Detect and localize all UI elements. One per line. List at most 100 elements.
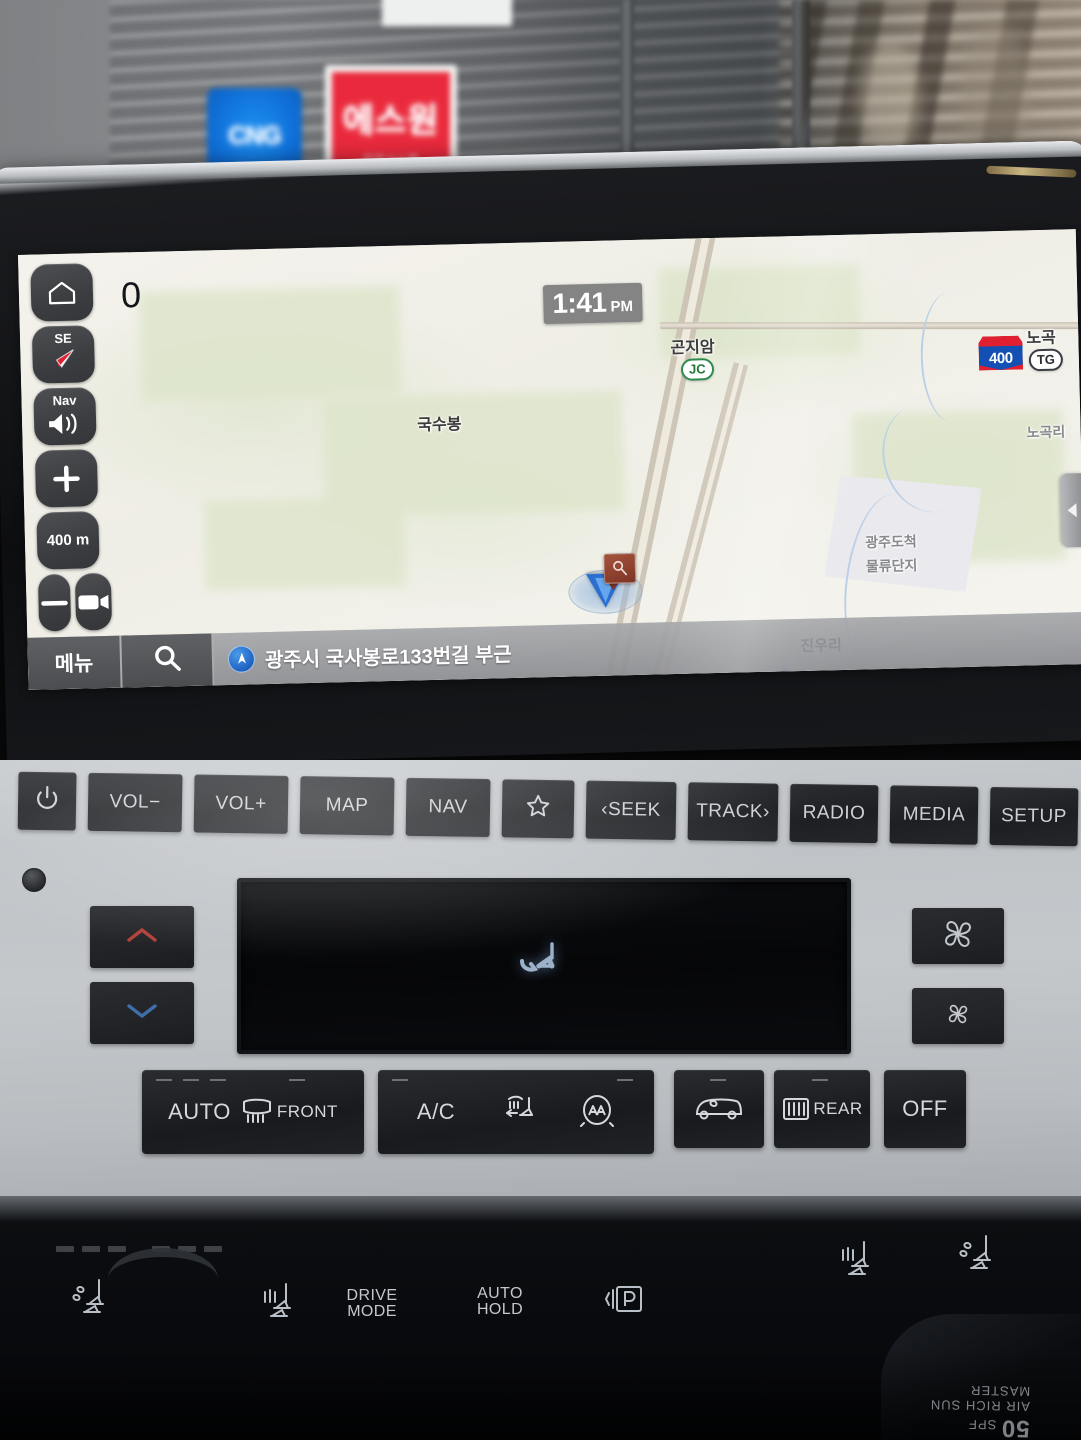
- map-button[interactable]: MAP: [299, 776, 395, 836]
- zoom-in-button[interactable]: [34, 449, 99, 508]
- seek-back-label: ‹SEEK: [601, 798, 661, 821]
- setup-button[interactable]: SETUP: [989, 786, 1079, 847]
- radio-button-label: RADIO: [802, 802, 866, 824]
- auto-hold-label-line1: AUTO: [477, 1285, 523, 1302]
- media-button-label: MEDIA: [902, 803, 966, 826]
- auto-hold-button[interactable]: AUTO HOLD: [460, 1274, 540, 1330]
- front-defrost-icon: FRONT: [239, 1098, 338, 1126]
- parking-brake-button[interactable]: [596, 1274, 658, 1328]
- region-label: 진우리: [800, 636, 842, 655]
- air-purifier-icon: [579, 1093, 615, 1132]
- tollgate-badge: TG: [1028, 348, 1064, 372]
- driver-seat-ventilation-button[interactable]: [62, 1270, 128, 1336]
- reflection-spf-unit: SPF: [967, 1416, 997, 1433]
- drive-mode-button[interactable]: DRIVE MODE: [330, 1276, 414, 1332]
- plus-icon: [50, 462, 83, 495]
- map-label-village: 노곡리: [1026, 423, 1066, 441]
- seek-back-button[interactable]: ‹SEEK: [585, 780, 677, 841]
- indicator-marks-2: [392, 1079, 633, 1081]
- microphone: [22, 868, 46, 892]
- driver-seat-heater-button[interactable]: [250, 1274, 310, 1336]
- airflow-mode-icon: [499, 1093, 545, 1132]
- rear-defrost-label: REAR: [813, 1099, 863, 1118]
- star-icon: [525, 793, 551, 825]
- speed-readout: 0: [120, 274, 142, 316]
- drive-mode-label-line2: MODE: [347, 1303, 397, 1320]
- ac-mode-purifier-group[interactable]: A/C: [378, 1070, 654, 1154]
- auto-front-defrost-group[interactable]: AUTO FRONT: [142, 1070, 364, 1154]
- video-camera-icon: [75, 590, 112, 613]
- indicator-marks: [156, 1079, 305, 1081]
- clock: 1:41 PM: [542, 282, 643, 325]
- side-panel-handle[interactable]: [1059, 473, 1081, 548]
- scene-blur-blob-1: [860, 40, 920, 160]
- clock-time: 1:41: [551, 286, 607, 319]
- screenshot-root: CNG 에스원 안전시스템: [0, 0, 1081, 1440]
- compass-heading-label: SE: [54, 330, 72, 347]
- map-label-tollgate: 노곡: [1026, 329, 1057, 348]
- passenger-seat-heater-button[interactable]: [828, 1232, 888, 1294]
- track-forward-button[interactable]: TRACK›: [687, 782, 779, 842]
- fan-down-button[interactable]: [912, 988, 1004, 1044]
- passenger-seat-ventilation-button[interactable]: [950, 1226, 1014, 1292]
- radio-button[interactable]: RADIO: [789, 783, 879, 844]
- recirculation-icon: [692, 1092, 746, 1127]
- volume-up-button[interactable]: VOL+: [193, 774, 289, 834]
- nav-button[interactable]: NAV: [405, 777, 491, 838]
- fan-large-icon: [938, 914, 978, 959]
- parking-brake-icon: [603, 1279, 651, 1324]
- map-scale-label: 400 m: [46, 531, 90, 550]
- cng-sign-label: CNG: [228, 121, 282, 150]
- zoom-out-button[interactable]: [37, 573, 72, 632]
- track-forward-label: TRACK›: [695, 800, 771, 823]
- fan-up-button[interactable]: [912, 908, 1004, 964]
- auto-button-label: AUTO: [168, 1099, 231, 1124]
- volume-down-button[interactable]: VOL−: [87, 772, 183, 833]
- compass-button[interactable]: SE: [31, 325, 96, 384]
- map-control-rail: SE Nav 400 m: [30, 263, 113, 637]
- dashcam-button[interactable]: [74, 572, 113, 631]
- map-scale-button[interactable]: 400 m: [36, 511, 100, 570]
- favorite-button[interactable]: [501, 779, 575, 839]
- search-button[interactable]: [121, 633, 215, 688]
- navigation-screen[interactable]: 국수봉 곤지암 JC 400 노곡 TG 노곡리 광주도척 물류단지 1:41 …: [18, 229, 1081, 690]
- poi-pointer: [608, 582, 619, 591]
- seat-ventilation-icon: [958, 1230, 1006, 1289]
- media-button[interactable]: MEDIA: [889, 785, 979, 845]
- security-sign-label: 에스원: [342, 102, 440, 140]
- map-label-area-line2: 물류단지: [865, 557, 918, 575]
- menu-button-label: 메뉴: [54, 652, 94, 677]
- rear-defrost-icon: REAR: [781, 1096, 862, 1122]
- white-sign: [382, 0, 512, 26]
- climate-off-button[interactable]: OFF: [884, 1070, 966, 1148]
- recirculation-button[interactable]: [674, 1070, 764, 1148]
- map-canvas[interactable]: 국수봉 곤지암 JC 400 노곡 TG 노곡리 광주도척 물류단지 1:41 …: [18, 229, 1081, 690]
- poi-badge-icon: [603, 553, 637, 584]
- temperature-down-button[interactable]: [90, 982, 194, 1044]
- highway-crossroad: [659, 322, 1081, 330]
- nav-volume-button[interactable]: Nav: [33, 387, 97, 446]
- power-icon: [34, 785, 60, 817]
- sunscreen-bottle-reflection: 50 SPF AIR RICH SUN MASTER: [799, 1364, 1031, 1440]
- rear-defrost-button[interactable]: REAR: [774, 1070, 870, 1148]
- chevron-down-icon: [125, 1002, 159, 1025]
- power-button[interactable]: [17, 771, 77, 831]
- map-label-area-line1: 광주도척: [865, 533, 917, 551]
- drive-mode-label-line1: DRIVE: [346, 1287, 398, 1304]
- menu-button[interactable]: 메뉴: [27, 635, 123, 690]
- temperature-up-button[interactable]: [90, 906, 194, 968]
- seat-heater-icon: [258, 1278, 302, 1333]
- reflection-spf-number: 50: [1000, 1414, 1030, 1440]
- setup-button-label: SETUP: [1000, 805, 1068, 828]
- seat-heater-icon: [836, 1236, 880, 1291]
- map-label-junction: 곤지암: [670, 339, 715, 358]
- zoom-out-row: [37, 572, 113, 637]
- chevron-up-icon: [125, 926, 159, 949]
- minus-icon: [38, 596, 70, 609]
- auto-hold-label-line2: HOLD: [476, 1301, 524, 1318]
- nav-volume-label: Nav: [52, 392, 77, 409]
- current-address-text: 광주시 국사봉로133번길 부근: [264, 643, 513, 672]
- home-button[interactable]: [30, 263, 94, 322]
- bezel-trim-accent: [986, 165, 1077, 178]
- climate-off-label: OFF: [902, 1096, 948, 1121]
